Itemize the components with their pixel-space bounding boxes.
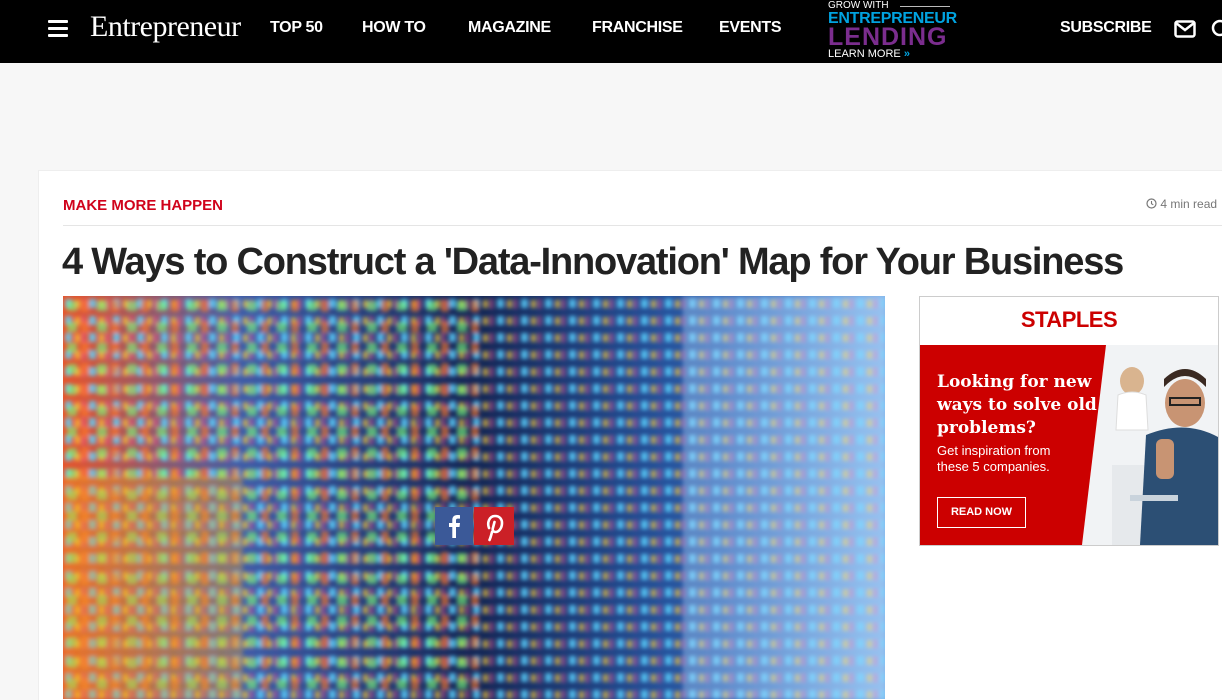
promo-divider [900,6,950,7]
nav-link-top-50[interactable]: TOP 50 [270,19,323,37]
ad-read-now-button[interactable]: READ NOW [937,497,1026,528]
facebook-icon [449,515,460,538]
ad-subtext: Get inspiration from these 5 companies. [937,443,1051,474]
nav-link-events[interactable]: EVENTS [719,19,782,37]
lending-promo[interactable]: GROW WITH ENTREPRENEUR LENDING LEARN MOR… [828,0,958,63]
nav-link-how-to[interactable]: HOW TO [362,19,426,37]
promo-learn-more-label: LEARN MORE [828,48,901,60]
article-kicker[interactable]: MAKE MORE HAPPEN [63,197,223,214]
promo-learn-more[interactable]: LEARN MORE » [828,48,910,60]
staples-ad[interactable]: STAPLES Looking for new ways to solve ol… [919,296,1219,546]
facebook-share-button[interactable] [435,507,473,545]
pinterest-icon [486,514,504,542]
nav-link-franchise[interactable]: FRANCHISE [592,19,683,37]
pinterest-share-button[interactable] [474,507,514,545]
menu-icon[interactable] [48,20,68,42]
divider [63,225,1222,226]
site-logo[interactable]: Entrepreneur [90,10,241,44]
article-title: 4 Ways to Construct a 'Data-Innovation' … [62,241,1124,283]
nav-link-magazine[interactable]: MAGAZINE [468,19,551,37]
ad-brand-logo: STAPLES [1020,307,1118,332]
mail-icon[interactable] [1174,20,1196,38]
top-navigation-bar: Entrepreneur TOP 50 HOW TO MAGAZINE FRAN… [0,0,1222,63]
double-chevron-icon: » [903,48,910,60]
ad-photo [1082,345,1218,545]
promo-line-3: LENDING [828,23,948,51]
top-ad-space [0,63,1222,170]
ad-headline: Looking for new ways to solve old proble… [937,372,1097,438]
search-icon[interactable] [1210,18,1222,42]
read-time: 4 min read [1146,197,1217,211]
subscribe-link[interactable]: SUBSCRIBE [1060,19,1152,37]
hero-image [63,296,885,699]
read-time-label: 4 min read [1160,197,1218,211]
clock-icon [1146,198,1157,209]
